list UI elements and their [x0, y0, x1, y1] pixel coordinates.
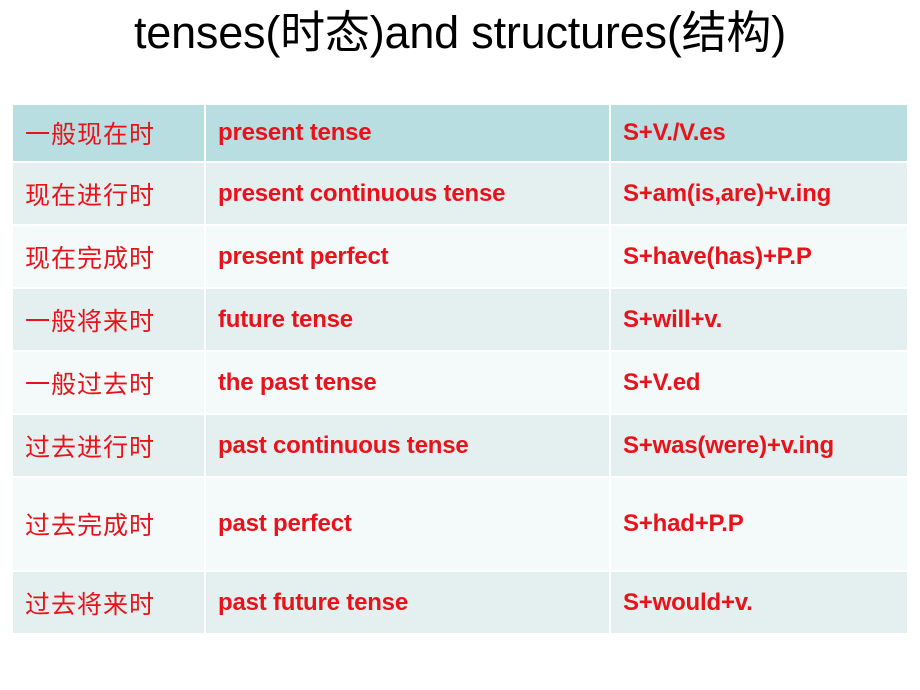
cell-english-tense: future tense — [205, 288, 611, 352]
cell-structure-formula: S+will+v. — [610, 288, 907, 352]
table-row: 现在进行时 present continuous tense S+am(is,a… — [13, 162, 907, 226]
tenses-structures-table: 一般现在时 present tense S+V./V.es 现在进行时 pres… — [13, 105, 907, 633]
page-title: tenses(时态)and structures(结构) — [133, 7, 787, 58]
table-row: 一般将来时 future tense S+will+v. — [13, 288, 907, 352]
table-row: 一般过去时 the past tense S+V.ed — [13, 351, 907, 415]
cell-chinese-name: 过去进行时 — [13, 414, 206, 478]
table-row: 现在完成时 present perfect S+have(has)+P.P — [13, 225, 907, 289]
cell-structure-formula: S+am(is,are)+v.ing — [610, 162, 907, 226]
cell-structure-formula: S+have(has)+P.P — [610, 225, 907, 289]
cell-chinese-name: 现在进行时 — [13, 162, 206, 226]
cell-english-tense: the past tense — [205, 351, 611, 415]
cell-structure-formula: S+would+v. — [610, 571, 907, 633]
cell-structure-formula: S+had+P.P — [610, 477, 907, 572]
cell-chinese-name: 现在完成时 — [13, 225, 206, 289]
cell-english-tense: present continuous tense — [205, 162, 611, 226]
cell-chinese-name: 一般将来时 — [13, 288, 206, 352]
table-row: 过去将来时 past future tense S+would+v. — [13, 571, 907, 633]
cell-chinese-name: 一般现在时 — [13, 105, 206, 163]
table-body: 一般现在时 present tense S+V./V.es 现在进行时 pres… — [13, 105, 907, 633]
cell-english-tense: past future tense — [205, 571, 611, 633]
cell-structure-formula: S+V.ed — [610, 351, 907, 415]
cell-chinese-name: 一般过去时 — [13, 351, 206, 415]
cell-chinese-name: 过去完成时 — [13, 477, 206, 572]
cell-english-tense: past perfect — [205, 477, 611, 572]
cell-structure-formula: S+was(were)+v.ing — [610, 414, 907, 478]
table-row: 一般现在时 present tense S+V./V.es — [13, 105, 907, 163]
cell-structure-formula: S+V./V.es — [610, 105, 907, 163]
cell-chinese-name: 过去将来时 — [13, 571, 206, 633]
table-row: 过去完成时 past perfect S+had+P.P — [13, 477, 907, 572]
table-row: 过去进行时 past continuous tense S+was(were)+… — [13, 414, 907, 478]
cell-english-tense: present perfect — [205, 225, 611, 289]
cell-english-tense: past continuous tense — [205, 414, 611, 478]
cell-english-tense: present tense — [205, 105, 611, 163]
